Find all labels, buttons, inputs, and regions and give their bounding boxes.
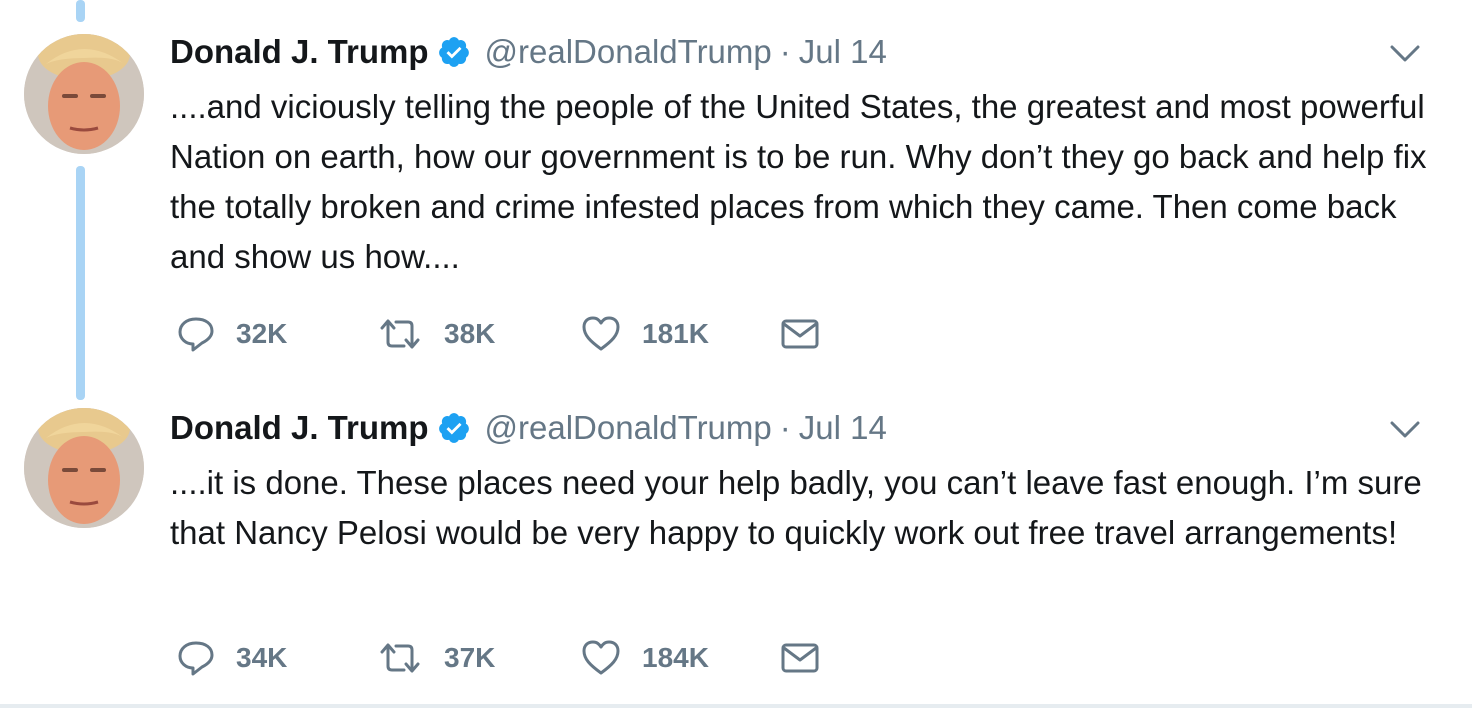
header-separator: ·	[779, 33, 791, 70]
author-name[interactable]: Donald J. Trump	[170, 32, 429, 72]
retweet-icon	[380, 643, 420, 673]
verified-badge-icon	[438, 413, 469, 443]
reply-icon	[178, 317, 214, 352]
avatar-image	[24, 408, 144, 528]
retweet-button[interactable]: 37K	[376, 638, 580, 678]
like-count: 181K	[642, 318, 709, 349]
divider	[0, 704, 1472, 708]
avatar-image	[24, 34, 144, 154]
direct-message-button[interactable]	[780, 314, 820, 354]
retweet-icon	[380, 319, 420, 349]
reply-count: 32K	[236, 318, 288, 349]
tweet[interactable]: Donald J. Trump @realDonaldTrump · Jul 1…	[0, 408, 1472, 698]
tweet-header: Donald J. Trump @realDonaldTrump · Jul 1…	[170, 32, 887, 72]
like-button[interactable]: 181K	[580, 314, 780, 354]
tweet-text: ....and viciously telling the people of …	[170, 88, 1427, 275]
author-name[interactable]: Donald J. Trump	[170, 408, 429, 448]
reply-button[interactable]: 32K	[176, 314, 376, 354]
tweet-actions: 34K 37K 184K	[176, 638, 820, 678]
tweet-date[interactable]: Jul 14	[799, 408, 887, 448]
verified-badge-icon	[438, 37, 469, 67]
tweet-date[interactable]: Jul 14	[799, 32, 887, 72]
reply-count: 34K	[236, 642, 288, 673]
envelope-icon	[781, 643, 819, 673]
chevron-down-icon[interactable]	[1388, 414, 1422, 444]
envelope-icon	[781, 319, 819, 349]
direct-message-button[interactable]	[780, 638, 820, 678]
retweet-count: 37K	[444, 642, 496, 673]
heart-icon	[582, 640, 620, 675]
retweet-count: 38K	[444, 318, 496, 349]
author-handle[interactable]: @realDonaldTrump	[485, 32, 772, 72]
tweet[interactable]: Donald J. Trump @realDonaldTrump · Jul 1…	[0, 32, 1472, 372]
chevron-down-icon[interactable]	[1388, 38, 1422, 68]
avatar[interactable]	[24, 34, 144, 154]
tweet-actions: 32K 38K 181K	[176, 314, 820, 354]
avatar[interactable]	[24, 408, 144, 528]
author-handle[interactable]: @realDonaldTrump	[485, 408, 772, 448]
header-separator: ·	[779, 409, 791, 446]
tweet-text: ....it is done. These places need your h…	[170, 464, 1422, 551]
like-count: 184K	[642, 642, 709, 673]
like-button[interactable]: 184K	[580, 638, 780, 678]
thread-line-top	[76, 0, 85, 22]
retweet-button[interactable]: 38K	[376, 314, 580, 354]
tweet-header: Donald J. Trump @realDonaldTrump · Jul 1…	[170, 408, 887, 448]
reply-button[interactable]: 34K	[176, 638, 376, 678]
heart-icon	[582, 316, 620, 351]
reply-icon	[178, 641, 214, 676]
